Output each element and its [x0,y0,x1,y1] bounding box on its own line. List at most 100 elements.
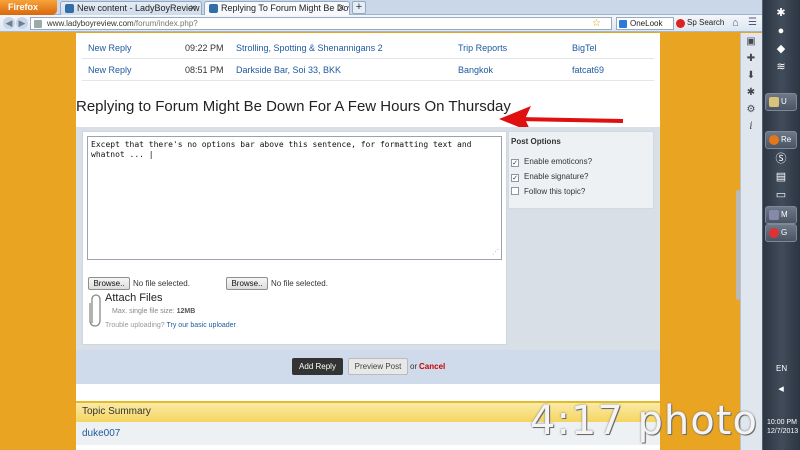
trouble-text: Trouble uploading? [105,322,165,329]
option-label: Follow this topic? [524,187,586,196]
language-indicator[interactable]: EN [776,364,787,373]
browse-button-1[interactable]: Browse.. [88,277,130,290]
sidebar-addons-icon[interactable]: ✱ [745,87,757,99]
tab-bar: Firefox New content - LadyBoyReview ✕ Re… [0,0,762,15]
table-row: New Reply 09:22 PM Strolling, Spotting &… [82,37,654,59]
clock-date: 12/7/2013 [767,428,799,435]
topic-summary-title: Topic Summary [82,406,151,417]
close-tab-icon[interactable]: ✕ [189,2,197,15]
row-action[interactable]: New Reply [88,37,132,59]
sp-search-label: Sp Search [687,18,725,27]
taskbar-wifi-icon[interactable]: ≋ [774,60,788,74]
upload-help: Trouble uploading? Try our basic uploade… [105,322,236,329]
menu-icon[interactable]: ☰ [748,16,760,30]
taskbar-system-icon[interactable]: ✱ [774,6,788,20]
page-title: Replying to Forum Might Be Down For A Fe… [76,98,511,115]
checkbox-unchecked-icon[interactable] [511,187,519,195]
sidebar-panel-icon[interactable]: ▣ [745,36,757,48]
taskbar-photos-icon[interactable]: ▤ [774,170,788,184]
sidebar-info-icon[interactable]: i [745,121,757,133]
clock-time: 10:00 PM [767,419,797,426]
taskbar-clock[interactable]: 10:00 PM 12/7/2013 [767,418,798,436]
taskbar-item-label: U [781,97,787,106]
table-row: New Reply 08:51 PM Darkside Bar, Soi 33,… [82,59,654,81]
taskbar-item-firefox[interactable]: Re [765,131,797,149]
option-emoticons[interactable]: ✓ Enable emoticons? [511,157,592,167]
new-tab-button[interactable]: + [352,1,366,14]
paperclip-icon [89,294,101,327]
tab-label: Replying To Forum Might Be Down F... [221,3,349,13]
post-options-title: Post Options [511,137,561,146]
sidebar-bookmarks-icon[interactable]: ✚ [745,53,757,65]
bookmark-star-icon[interactable]: ☆ [592,15,601,32]
site-favicon-icon [209,4,218,13]
taskbar-item-label: M [781,210,788,219]
sidebar-download-icon[interactable]: ⬇ [745,70,757,82]
row-user-link[interactable]: BigTel [572,37,597,59]
url-path: /forum/index.php? [133,19,198,28]
option-label: Enable signature? [524,172,589,181]
back-arrow-icon[interactable]: ◀ [3,17,15,29]
preview-post-button[interactable]: Preview Post [348,358,408,375]
row-topic-link[interactable]: Darkside Bar, Soi 33, BKK [236,59,341,81]
row-time: 09:22 PM [185,43,224,53]
option-label: Enable emoticons? [524,157,593,166]
topic-summary-user-link[interactable]: duke007 [82,428,120,439]
taskbar-volume-icon[interactable]: ◂ [774,382,788,396]
onelook-search[interactable]: OneLook [616,17,674,30]
tab-replying[interactable]: Replying To Forum Might Be Down F... ✕ [204,1,350,15]
app-icon [769,97,779,107]
taskbar-skype-icon[interactable]: ● [774,24,788,38]
or-text: or [410,362,418,371]
home-icon[interactable]: ⌂ [732,16,744,30]
site-identity-icon [34,20,42,28]
taskbar-item-u[interactable]: U [765,93,797,111]
taskbar-item-label: Re [781,135,792,144]
close-tab-icon[interactable]: ✕ [337,2,345,15]
sp-search-button[interactable]: Sp Search [675,17,727,30]
firefox-menu-button[interactable]: Firefox [0,0,57,15]
option-follow-topic[interactable]: Follow this topic? [511,187,585,196]
add-reply-button[interactable]: Add Reply [292,358,343,375]
site-favicon-icon [65,4,74,13]
row-user-link[interactable]: fatcat69 [572,59,604,81]
app-icon [769,210,779,220]
checkbox-checked-icon[interactable]: ✓ [511,174,519,182]
checkbox-checked-icon[interactable]: ✓ [511,159,519,167]
max-size-value: 12MB [176,308,196,315]
option-signature[interactable]: ✓ Enable signature? [511,172,589,182]
chrome-icon [769,228,779,238]
watermark-text: 4:17 photo [530,398,758,444]
taskbar-folder-icon[interactable]: ▭ [774,188,788,202]
reply-textarea[interactable]: Except that there's no options bar above… [87,136,502,260]
tab-label: New content - LadyBoyReview [77,3,200,13]
max-size-label: Max. single file size: [112,308,175,315]
forward-arrow-icon[interactable]: ▶ [16,17,28,29]
sidebar-settings-icon[interactable]: ⚙ [745,104,757,116]
basic-uploader-link[interactable]: Try our basic uploader [167,322,236,329]
row-time: 08:51 PM [185,65,224,75]
row-topic-link[interactable]: Strolling, Spotting & Shenannigans 2 [236,37,383,59]
row-action[interactable]: New Reply [88,59,132,81]
row-forum-link[interactable]: Bangkok [458,59,493,81]
sp-search-icon [676,19,685,28]
url-bar[interactable]: www.ladyboyreview.com/forum/index.php? [30,17,612,30]
firefox-icon [769,135,779,145]
taskbar-skype-app-icon[interactable]: Ⓢ [774,152,788,166]
tab-new-content[interactable]: New content - LadyBoyReview ✕ [60,1,202,15]
attach-files-title: Attach Files [105,292,163,304]
taskbar-item-chrome[interactable]: G [765,224,797,242]
url-host: www.ladyboyreview.com [47,19,134,28]
cancel-link[interactable]: Cancel [419,362,445,371]
taskbar-network-icon[interactable]: ◆ [774,42,788,56]
resize-grip-icon[interactable]: ⋰ [492,247,499,257]
no-file-label-1: No file selected. [133,279,190,288]
browse-button-2[interactable]: Browse.. [226,277,268,290]
editor-text: Except that there's no options bar above… [91,140,472,159]
max-file-size: Max. single file size: 12MB [112,308,195,315]
no-file-label-2: No file selected. [271,279,328,288]
taskbar-item-label: G [781,228,788,237]
row-forum-link[interactable]: Trip Reports [458,37,507,59]
page-scrollbar[interactable] [736,190,740,300]
taskbar-item-m[interactable]: M [765,206,797,224]
